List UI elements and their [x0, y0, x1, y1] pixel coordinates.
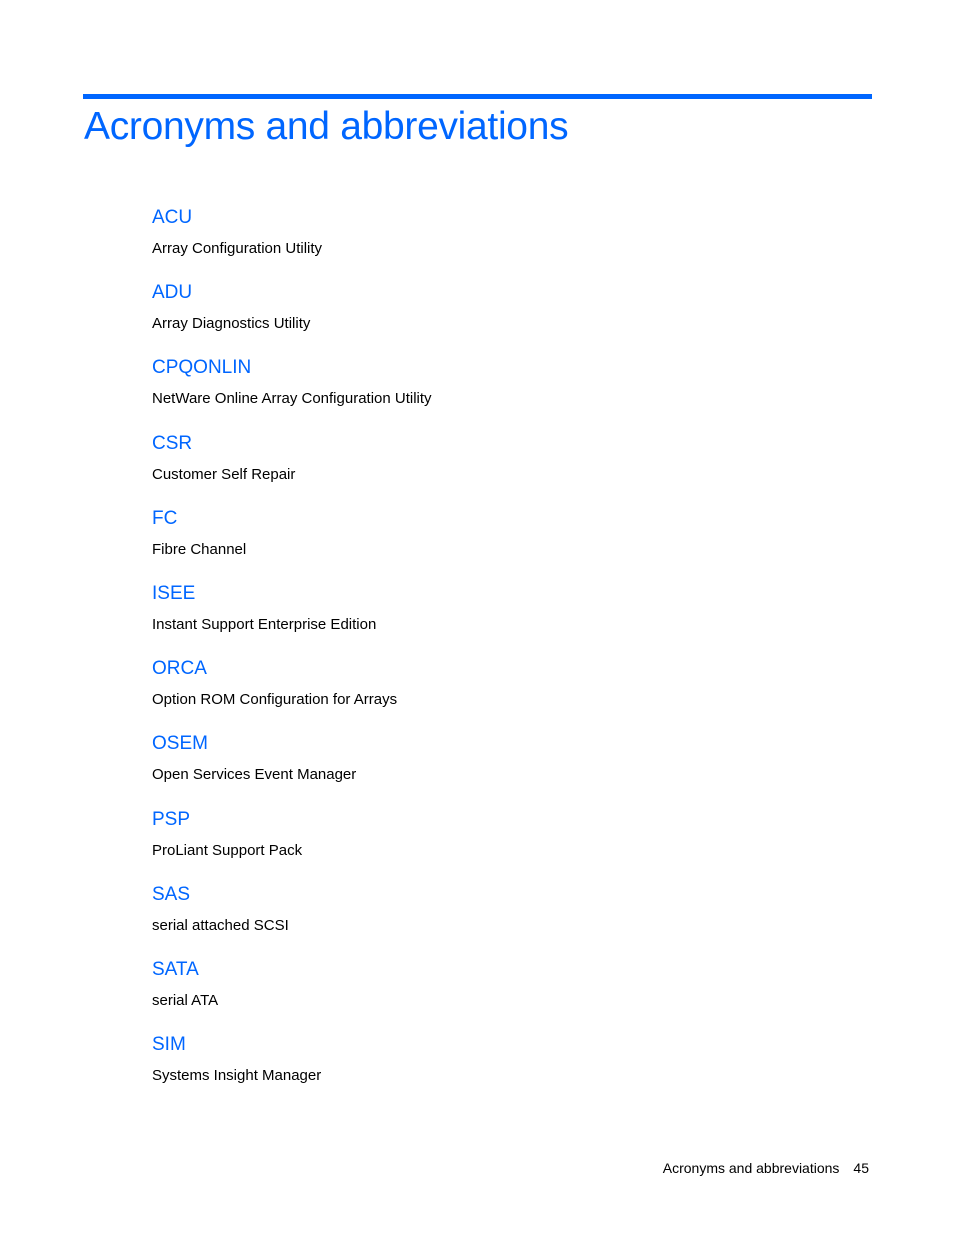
acronym-entry: CSR Customer Self Repair [152, 430, 852, 505]
acronym-entry: SATA serial ATA [152, 956, 852, 1031]
acronym-definition: Option ROM Configuration for Arrays [152, 691, 398, 709]
acronym-definition: Array Configuration Utility [152, 240, 323, 257]
acronym-definition: NetWare Online Array Configuration Utili… [152, 390, 432, 408]
acronym-definition: ProLiant Support Pack [152, 841, 303, 859]
acronym-entry: ISEE Instant Support Enterprise Edition [152, 580, 852, 655]
acronym-entry: ORCA Option ROM Configuration for Arrays [152, 655, 852, 730]
acronym-definition: serial ATA [152, 991, 219, 1009]
acronym-term[interactable]: CPQONLIN [152, 356, 251, 380]
acronym-term[interactable]: ADU [152, 281, 192, 305]
acronym-entry: ADU Array Diagnostics Utility [152, 279, 852, 354]
acronym-definition: Fibre Channel [152, 540, 247, 558]
acronym-term[interactable]: ACU [152, 206, 192, 230]
acronym-entry: OSEM Open Services Event Manager [152, 730, 852, 805]
acronym-definition: Instant Support Enterprise Edition [152, 615, 377, 633]
acronym-list: ACU Array Configuration Utility ADU Arra… [152, 204, 852, 1106]
page-number: 45 [853, 1160, 869, 1176]
acronym-entry: ACU Array Configuration Utility [152, 204, 852, 279]
acronym-term[interactable]: ISEE [152, 582, 195, 606]
acronym-term[interactable]: SAS [152, 883, 190, 907]
acronym-term[interactable]: SIM [152, 1033, 186, 1057]
acronym-entry: CPQONLIN NetWare Online Array Configurat… [152, 354, 852, 429]
acronym-entry: SIM Systems Insight Manager [152, 1031, 852, 1106]
acronym-entry: FC Fibre Channel [152, 505, 852, 580]
title-rule [83, 94, 872, 99]
page-title: Acronyms and abbreviations [84, 105, 569, 148]
acronym-term[interactable]: ORCA [152, 657, 207, 681]
footer-section-title: Acronyms and abbreviations [662, 1160, 840, 1176]
acronym-definition: serial attached SCSI [152, 916, 289, 934]
acronym-definition: Array Diagnostics Utility [152, 315, 311, 333]
acronym-term[interactable]: SATA [152, 958, 199, 982]
acronym-definition: Open Services Event Manager [152, 766, 357, 784]
acronym-term[interactable]: OSEM [152, 732, 208, 756]
acronym-term[interactable]: PSP [152, 808, 190, 832]
acronym-term[interactable]: FC [152, 507, 177, 531]
page-footer: Acronyms and abbreviations 45 [663, 1158, 869, 1178]
acronym-term[interactable]: CSR [152, 432, 192, 456]
acronym-entry: SAS serial attached SCSI [152, 881, 852, 956]
acronym-entry: PSP ProLiant Support Pack [152, 806, 852, 881]
acronym-definition: Systems Insight Manager [152, 1067, 322, 1085]
acronym-definition: Customer Self Repair [152, 465, 296, 483]
